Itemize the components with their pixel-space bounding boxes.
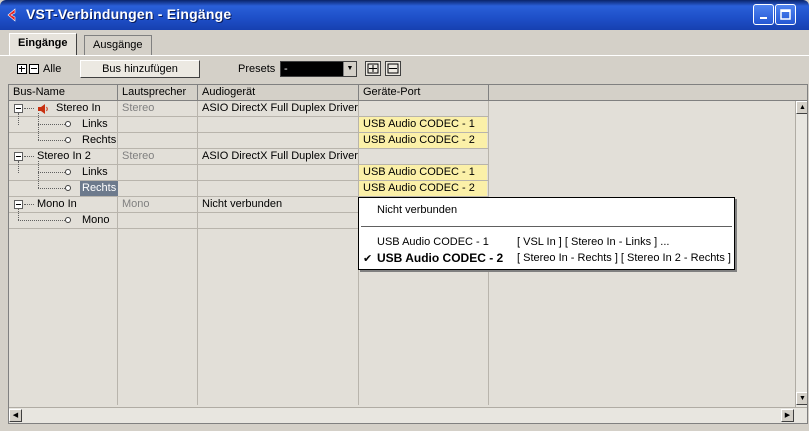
speaker-value: Stereo: [122, 150, 155, 162]
menu-item-codec-2[interactable]: ✔ USB Audio CODEC - 2 [ Stereo In - Rech…: [363, 251, 731, 265]
app-icon: [7, 8, 16, 22]
delete-preset-icon: [387, 63, 399, 74]
table-row[interactable]: Rechts USB Audio CODEC - 2: [9, 125, 489, 149]
bus-name: Mono In: [37, 198, 77, 210]
menu-item-info: [ Stereo In - Rechts ] [ Stereo In 2 - R…: [517, 252, 731, 264]
col-speaker[interactable]: Lautsprecher: [118, 85, 198, 101]
channel-node-icon: [65, 217, 71, 223]
minimize-button[interactable]: [753, 4, 774, 25]
collapse-node-icon[interactable]: [14, 200, 23, 209]
speaker-value: Stereo: [122, 102, 155, 114]
port-value[interactable]: USB Audio CODEC - 2: [359, 181, 487, 196]
menu-separator: [361, 226, 732, 227]
channel-node-icon: [65, 121, 71, 127]
tab-ausgaenge[interactable]: Ausgänge: [84, 35, 152, 55]
vertical-scrollbar[interactable]: ▲ ▼: [795, 101, 807, 407]
horizontal-scrollbar[interactable]: ◀ ▶: [9, 407, 807, 423]
scroll-left-icon[interactable]: ◀: [9, 409, 22, 422]
port-value[interactable]: USB Audio CODEC - 1: [359, 117, 487, 132]
table-row[interactable]: Stereo In 2 Stereo ASIO DirectX Full Dup…: [9, 149, 489, 165]
table-row[interactable]: Links USB Audio CODEC - 1: [9, 161, 489, 181]
chevron-down-icon[interactable]: ▼: [343, 62, 356, 76]
tab-eingaenge[interactable]: Eingänge: [9, 33, 77, 56]
bus-name: Links: [82, 118, 108, 130]
scroll-down-icon[interactable]: ▼: [796, 392, 807, 405]
bus-name: Mono: [82, 214, 110, 226]
save-preset-icon: [367, 63, 379, 74]
table-row[interactable]: Stereo In Stereo ASIO DirectX Full Duple…: [9, 101, 489, 117]
bus-name-selected: Rechts: [80, 181, 119, 196]
menu-item-codec-1[interactable]: USB Audio CODEC - 1 [ VSL In ] [ Stereo …: [377, 236, 727, 248]
table-row[interactable]: Links USB Audio CODEC - 1: [9, 113, 489, 133]
add-bus-button[interactable]: Bus hinzufügen: [80, 60, 200, 78]
collapse-node-icon[interactable]: [14, 104, 23, 113]
toolbar: Alle Bus hinzufügen Presets - ▼: [0, 56, 809, 84]
minimize-icon: [759, 16, 767, 19]
expand-all-icon[interactable]: [17, 64, 27, 74]
tab-strip: Eingänge Ausgänge: [0, 30, 809, 56]
device-value[interactable]: ASIO DirectX Full Duplex Driver: [202, 149, 358, 164]
tree-line: [38, 161, 39, 172]
presets-dropdown[interactable]: - ▼: [280, 61, 357, 77]
maximize-button[interactable]: [775, 4, 796, 25]
save-preset-button[interactable]: [365, 61, 381, 76]
port-value[interactable]: USB Audio CODEC - 2: [359, 133, 487, 148]
menu-item-not-connected[interactable]: Nicht verbunden: [377, 204, 457, 216]
tree-line: [18, 161, 19, 173]
delete-preset-button[interactable]: [385, 61, 401, 76]
bus-name: Rechts: [82, 134, 117, 146]
port-menu: Nicht verbunden USB Audio CODEC - 1 [ VS…: [358, 197, 735, 270]
scroll-right-icon[interactable]: ▶: [781, 409, 794, 422]
expand-collapse-group: [17, 64, 39, 74]
col-port[interactable]: Geräte-Port: [359, 85, 489, 101]
tree-line: [24, 156, 34, 157]
menu-item-info: [ VSL In ] [ Stereo In - Links ] ...: [517, 236, 670, 248]
maximize-icon: [779, 8, 791, 20]
tree-line: [38, 113, 39, 124]
speaker-value: Mono: [122, 198, 150, 210]
checkmark-icon: ✔: [363, 253, 373, 265]
port-value[interactable]: USB Audio CODEC - 1: [359, 165, 487, 180]
bus-name: Links: [82, 166, 108, 178]
all-label: Alle: [43, 63, 62, 75]
tree-line: [24, 108, 34, 109]
tree-line: [38, 140, 65, 141]
device-value[interactable]: ASIO DirectX Full Duplex Driver: [202, 101, 358, 116]
tree-line: [18, 209, 19, 220]
tree-line: [18, 113, 19, 125]
window-title: VST-Verbindungen - Eingänge: [26, 6, 232, 22]
tree-line: [24, 204, 34, 205]
device-value[interactable]: Nicht verbunden: [202, 197, 282, 212]
col-device[interactable]: Audiogerät: [198, 85, 359, 101]
channel-node-icon: [65, 137, 71, 143]
tree-line: [38, 125, 39, 140]
table-header: Bus-Name Lautsprecher Audiogerät Geräte-…: [9, 85, 807, 101]
tree-line: [38, 188, 65, 189]
scroll-up-icon[interactable]: ▲: [796, 101, 807, 114]
bus-name: Stereo In 2: [37, 150, 91, 162]
channel-node-icon: [65, 185, 71, 191]
channel-node-icon: [65, 169, 71, 175]
tree-line: [38, 172, 65, 173]
tree-line: [38, 124, 65, 125]
presets-value: -: [284, 63, 288, 75]
bus-name: Stereo In: [56, 102, 101, 114]
tree-line: [38, 173, 39, 188]
presets-label: Presets: [238, 63, 276, 75]
menu-item-label: USB Audio CODEC - 2: [377, 251, 504, 265]
table-row[interactable]: Rechts USB Audio CODEC - 2: [9, 173, 489, 197]
col-bus-name[interactable]: Bus-Name: [9, 85, 118, 101]
menu-item-label: USB Audio CODEC - 1: [377, 236, 489, 248]
collapse-node-icon[interactable]: [14, 152, 23, 161]
tree-line: [18, 220, 65, 221]
collapse-all-icon[interactable]: [29, 64, 39, 74]
title-bar[interactable]: VST-Verbindungen - Eingänge: [0, 0, 809, 30]
